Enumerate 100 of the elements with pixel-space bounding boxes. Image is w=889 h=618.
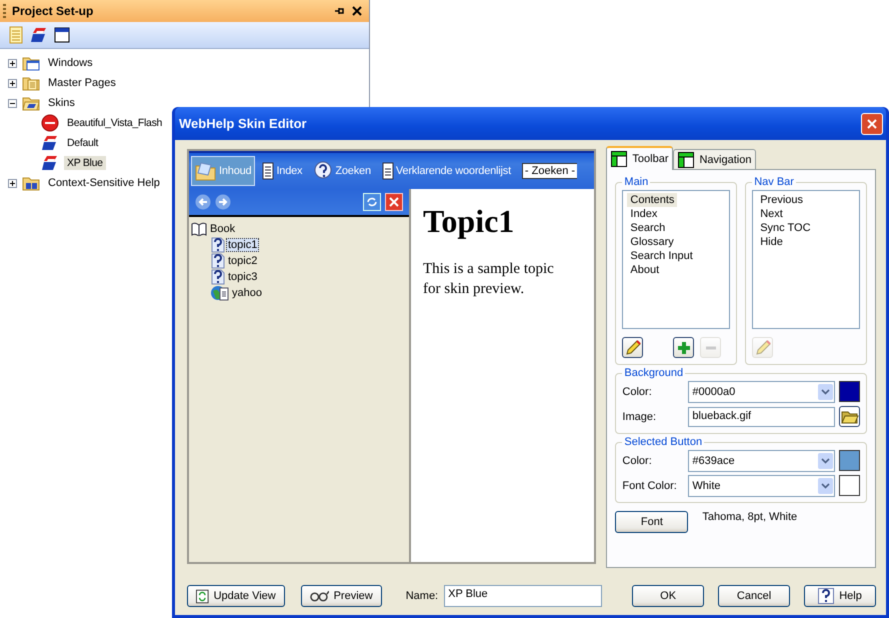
help-button[interactable]: Help <box>804 585 876 607</box>
tab[interactable]: Toolbar <box>606 146 674 170</box>
group-title: Nav Bar <box>753 176 795 188</box>
open-folder-icon <box>840 408 858 424</box>
field-label: Color: <box>622 386 653 398</box>
update-view-button[interactable]: Update View <box>187 585 285 607</box>
sync-icon[interactable] <box>363 193 381 211</box>
skin-icon[interactable] <box>30 27 48 43</box>
expander-icon[interactable] <box>8 78 17 88</box>
topic-text: This is a sample topic for skin preview. <box>423 260 555 298</box>
cancel-button[interactable]: Cancel <box>718 585 790 607</box>
preview-tab[interactable]: Index <box>258 157 306 185</box>
list-item[interactable]: Index <box>627 207 660 221</box>
list-item[interactable]: Search <box>627 221 668 235</box>
toc-item[interactable]: topic1 <box>226 238 260 252</box>
expander-icon[interactable] <box>8 98 17 108</box>
skin-icon <box>41 155 59 171</box>
name-field[interactable]: XP Blue <box>444 585 602 607</box>
field-label: Image: <box>622 410 658 422</box>
page-icon <box>382 162 394 180</box>
tree-item[interactable]: Default <box>64 136 102 150</box>
refresh-page-icon <box>196 588 209 604</box>
color-swatch[interactable] <box>839 475 860 496</box>
help-page-icon <box>211 237 225 253</box>
color-swatch[interactable] <box>839 450 860 471</box>
open-folder-icon <box>195 161 217 181</box>
color-swatch[interactable] <box>839 381 860 402</box>
color-dropdown[interactable]: #0000a0 <box>688 380 835 402</box>
preview-tab[interactable]: Verklarende woordenlijst <box>378 157 515 185</box>
tree-item[interactable]: Master Pages <box>45 76 119 90</box>
list-item[interactable]: Contents <box>627 193 678 207</box>
tree-item[interactable]: XP Blue <box>64 156 106 170</box>
tree-item[interactable]: Windows <box>45 56 96 70</box>
help-page-icon <box>211 253 225 269</box>
window-icon[interactable] <box>54 27 70 43</box>
chevron-icon <box>821 388 830 394</box>
grip-icon[interactable] <box>3 4 6 18</box>
group-title: Main <box>623 176 650 188</box>
folder-icon <box>22 175 40 191</box>
help-page-icon <box>211 269 225 285</box>
tree-item[interactable]: Beautiful_Vista_Flash <box>64 116 166 130</box>
chevron-icon <box>821 458 830 464</box>
list-item[interactable]: About <box>627 263 662 277</box>
topic-heading: Topic1 <box>423 203 516 240</box>
close-icon[interactable] <box>351 5 363 17</box>
pin-icon[interactable] <box>333 5 345 17</box>
help-icon <box>313 161 334 181</box>
group-title: Background <box>623 367 684 379</box>
dialog-title: WebHelp Skin Editor <box>179 116 308 131</box>
globe-page-icon <box>211 285 229 301</box>
image-field[interactable]: blueback.gif <box>688 406 835 426</box>
preview-button[interactable]: Preview <box>300 585 382 607</box>
plus-icon <box>676 340 691 354</box>
list-item[interactable]: Next <box>757 207 786 221</box>
close-button[interactable] <box>861 112 883 134</box>
ok-button[interactable]: OK <box>632 585 704 607</box>
tree-item[interactable]: Context-Sensitive Help <box>45 176 163 190</box>
back-icon[interactable] <box>195 194 211 210</box>
layout-icon <box>611 151 628 167</box>
tree-item[interactable]: Skins <box>45 96 78 110</box>
window-folder-icon <box>22 55 40 71</box>
field-label: Font Color: <box>622 480 678 492</box>
open-folder-button[interactable] <box>839 406 860 427</box>
help-icon <box>818 588 834 604</box>
panel-title: Project Set-up <box>12 4 94 18</box>
close-icon <box>866 118 878 130</box>
list-item[interactable]: Search Input <box>627 249 696 263</box>
open-folder-icon <box>22 95 40 111</box>
pencil-button[interactable] <box>622 337 644 358</box>
list-item[interactable]: Hide <box>757 235 786 249</box>
toc-item[interactable]: Book <box>208 222 238 236</box>
expander-icon[interactable] <box>8 178 17 188</box>
color-dropdown[interactable]: #639ace <box>688 450 835 472</box>
book-icon <box>191 222 207 236</box>
glasses-icon <box>310 590 329 602</box>
page-icon <box>262 162 274 180</box>
group-title: Selected Button <box>623 436 704 448</box>
page-folder-icon <box>22 75 40 91</box>
pencil-icon <box>624 338 642 356</box>
toc-item[interactable]: topic3 <box>226 270 260 284</box>
chevron-icon <box>821 482 830 488</box>
forward-icon[interactable] <box>215 194 231 210</box>
field-label: Color: <box>622 454 653 466</box>
search-field[interactable]: - Zoeken - <box>522 163 578 179</box>
no-entry-icon <box>41 114 59 132</box>
pencil-icon <box>754 338 772 356</box>
toc-item[interactable]: topic2 <box>226 254 260 268</box>
font-button[interactable]: Font <box>615 511 688 533</box>
tab[interactable]: Navigation <box>673 149 756 169</box>
toc-item[interactable]: yahoo <box>230 286 264 300</box>
name-label: Name: <box>406 590 438 602</box>
list-item[interactable]: Glossary <box>627 235 677 249</box>
preview-tab[interactable]: Zoeken <box>309 156 375 186</box>
expander-icon[interactable] <box>8 58 17 68</box>
skin-icon <box>41 135 59 151</box>
list-item[interactable]: Sync TOC <box>757 221 814 235</box>
font-description: Tahoma, 8pt, White <box>702 511 798 523</box>
color-dropdown[interactable]: White <box>688 474 835 496</box>
list-item[interactable]: Previous <box>757 193 806 207</box>
plus-button[interactable] <box>673 337 694 358</box>
